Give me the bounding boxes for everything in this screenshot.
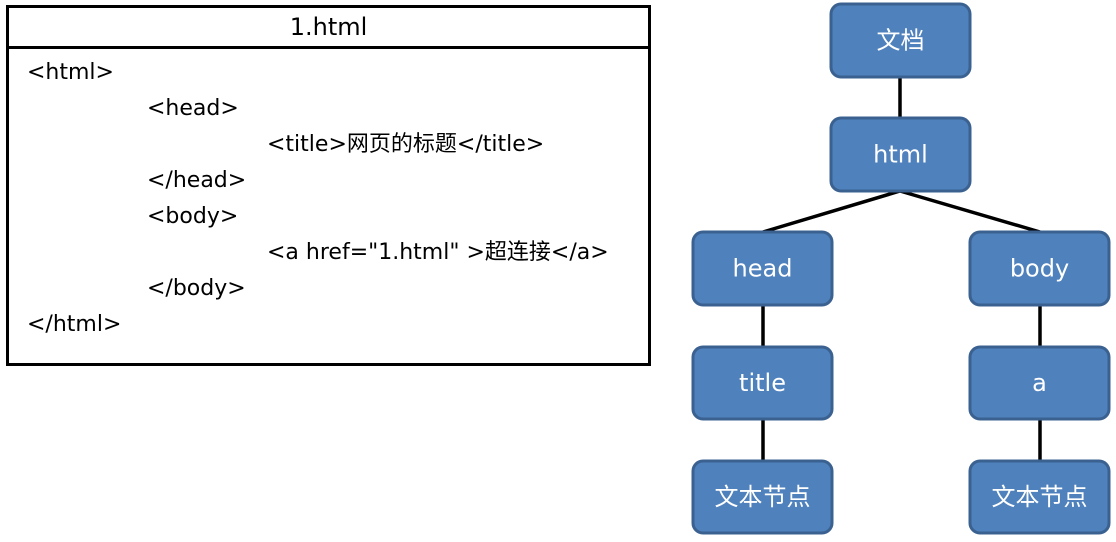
node-title: title xyxy=(691,345,834,421)
svg-text:文本节点: 文本节点 xyxy=(715,483,811,511)
svg-text:文档: 文档 xyxy=(877,27,925,55)
svg-text:body: body xyxy=(1010,255,1069,283)
svg-text:html: html xyxy=(873,141,928,169)
node-a-text-node: 文本节点 xyxy=(968,459,1111,535)
edge-html-body xyxy=(899,189,1041,234)
svg-text:a: a xyxy=(1032,369,1047,397)
node-html: html xyxy=(829,116,972,193)
node-a: a xyxy=(968,345,1111,421)
dom-tree-diagram: 文档 html head body title a 文本节点 文本节点 xyxy=(691,2,1111,535)
svg-text:title: title xyxy=(739,369,786,397)
node-document: 文档 xyxy=(829,2,972,79)
node-body: body xyxy=(968,230,1111,307)
edge-html-head xyxy=(762,189,901,234)
node-title-text-node: 文本节点 xyxy=(691,459,834,535)
node-head: head xyxy=(691,230,834,307)
svg-text:文本节点: 文本节点 xyxy=(992,483,1088,511)
svg-text:head: head xyxy=(733,255,793,283)
